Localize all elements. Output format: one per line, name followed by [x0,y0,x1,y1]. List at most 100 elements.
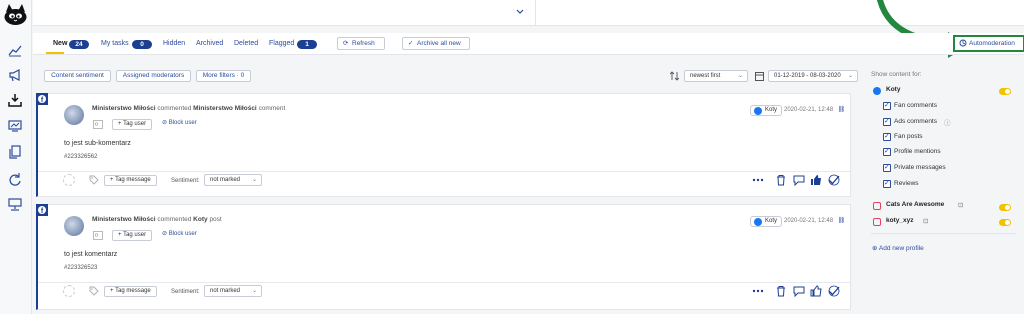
reply-icon[interactable] [793,174,805,186]
tab-my-tasks[interactable]: My tasks [101,40,129,47]
tab-deleted[interactable]: Deleted [234,40,258,47]
mark-done-icon[interactable] [828,285,840,297]
mark-done-icon[interactable] [828,174,840,186]
date-range-select[interactable]: 01-12-2019 - 08-03-2020 ⌄ [768,70,858,82]
assignee-placeholder-icon[interactable] [63,174,75,186]
tab-new[interactable]: New [53,40,67,47]
author-action: commented [157,216,192,223]
divider [38,282,850,283]
more-filters-button[interactable]: More filters · 0 [196,70,251,82]
presentation-icon[interactable] [8,197,22,211]
tab-flagged[interactable]: Flagged [269,40,294,47]
profile-name[interactable]: koty_xyz [886,217,913,224]
like-icon[interactable] [810,174,822,186]
chevron-down-icon: ⌄ [737,73,743,79]
refresh-settings-icon[interactable] [8,172,22,186]
author-name[interactable]: Ministerstwo Miłości [92,105,156,112]
reply-icon[interactable] [793,285,805,297]
refresh-label: Refresh [352,40,375,47]
tag-user-button[interactable]: + Tag user [112,230,153,241]
author-line: Ministerstwo Miłości commented Ministers… [92,105,285,112]
checkbox[interactable] [883,163,891,172]
copy-icon[interactable] [8,145,22,159]
page-chip[interactable]: Koty [750,216,783,227]
refresh-button[interactable]: ⟳ Refresh [337,37,385,50]
post-card: f Ministerstwo Miłości commented Koty po… [36,204,851,310]
tag-user-button[interactable]: + Tag user [112,119,153,130]
page-chip[interactable]: Koty [750,105,783,116]
target-name[interactable]: Ministerstwo Miłości [193,105,257,112]
add-new-profile-button[interactable]: ⊕ Add new profile [872,244,924,252]
plus-circle-icon: ⊕ [872,245,878,252]
profile-toggle[interactable] [999,204,1011,211]
analytics-icon[interactable] [8,43,22,57]
checkbox[interactable] [883,179,891,188]
automoderation-label: Automoderation [969,40,1015,47]
content-sentiment-filter[interactable]: Content sentiment [44,70,111,82]
tag-icon [89,286,99,296]
checkbox[interactable] [883,147,891,156]
block-user-button[interactable]: ⊘ Block user [162,230,197,237]
checkbox[interactable] [883,101,891,110]
option-label: Ads comments [894,118,937,125]
link-icon[interactable]: ⛓ [838,107,846,113]
help-icon[interactable]: ⓘ [944,117,951,127]
post-date: 2020-02-21, 12:48 ⛓ [784,106,845,113]
tab-my-tasks-count-badge: 0 [132,40,152,49]
megaphone-icon[interactable] [8,68,22,82]
post-id: #223326562 [64,154,98,160]
chevron-down-icon[interactable] [515,7,525,17]
sort-select-value: newest first [690,73,721,79]
link-icon[interactable]: ⛓ [838,218,846,224]
sentiment-select[interactable]: not marked ⌄ [204,174,262,186]
checkbox[interactable] [883,117,891,126]
automoderation-button[interactable]: Automoderation [953,35,1024,52]
post-date-value: 2020-02-21, 12:48 [784,218,834,224]
sort-select[interactable]: newest first ⌄ [684,70,748,82]
tab-hidden[interactable]: Hidden [163,40,185,47]
post-text: to jest komentarz [64,251,118,258]
sentiment-label: Sentiment: [171,178,200,184]
sentiment-select[interactable]: not marked ⌄ [204,285,262,297]
profile-toggle[interactable] [999,88,1011,95]
delete-icon[interactable] [775,174,787,186]
reports-icon[interactable] [8,119,22,133]
option-label: Private messages [894,164,946,171]
block-user-button[interactable]: ⊘ Block user [162,119,197,126]
facebook-icon [754,107,762,115]
more-options-icon[interactable] [752,174,764,186]
post-kind: comment [258,105,286,112]
author-name[interactable]: Ministerstwo Miłości [92,216,156,223]
checkbox[interactable] [883,132,891,141]
post-card: f Ministerstwo Miłości commented Ministe… [36,93,851,197]
id-card-icon [93,231,103,240]
more-options-icon[interactable] [752,285,764,297]
tab-archived[interactable]: Archived [196,40,223,47]
sentiment-label: Sentiment: [171,289,200,295]
archive-all-label: Archive all new [417,40,461,47]
target-name[interactable]: Koty [193,216,207,223]
tag-message-button[interactable]: + Tag message [104,286,157,297]
profile-name[interactable]: Koty [886,86,900,93]
facebook-icon [873,87,881,95]
assigned-moderators-filter[interactable]: Assigned moderators [116,70,191,82]
tag-message-button[interactable]: + Tag message [104,175,157,186]
tabs-bar: New 24 My tasks 0 Hidden Archived Delete… [33,33,1024,55]
profile-toggle[interactable] [999,219,1011,226]
post-text: to jest sub-komentarz [64,140,131,147]
archive-all-new-button[interactable]: ✓ Archive all new [402,37,470,50]
logo[interactable] [3,3,28,27]
option-label: Fan posts [894,133,923,140]
block-user-label: Block user [168,120,197,126]
delete-icon[interactable] [775,285,787,297]
assignee-placeholder-icon[interactable] [63,285,75,297]
avatar[interactable] [64,105,84,125]
profile-name[interactable]: Cats Are Awesome [886,201,944,208]
avatar[interactable] [64,216,84,236]
like-icon[interactable] [810,285,822,297]
facebook-icon [754,218,762,226]
divider [535,0,536,26]
sort-icon[interactable] [670,71,679,81]
calendar-icon[interactable] [755,71,764,81]
inbox-download-icon[interactable] [8,93,22,107]
